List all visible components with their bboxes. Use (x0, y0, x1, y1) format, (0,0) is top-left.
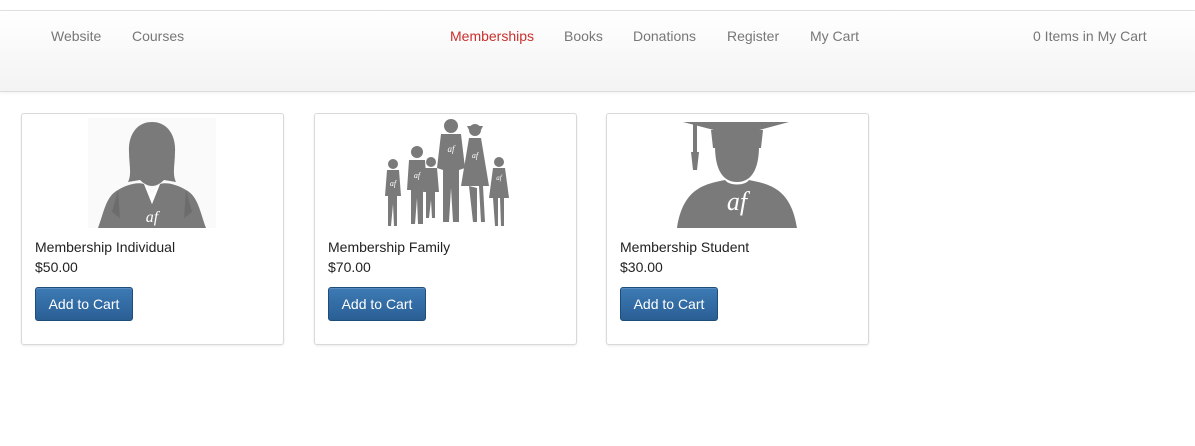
top-border (0, 0, 1195, 11)
product-name: Membership Student (620, 239, 750, 255)
nav-website-link[interactable]: Website (51, 28, 101, 44)
nav-donations-link[interactable]: Donations (633, 28, 696, 44)
product-price: $50.00 (35, 259, 78, 275)
product-price: $30.00 (620, 259, 663, 275)
add-to-cart-button[interactable]: Add to Cart (328, 287, 426, 321)
nav-books-link[interactable]: Books (564, 28, 603, 44)
navbar: Website Courses Memberships Books Donati… (0, 11, 1195, 92)
product-name: Membership Family (328, 239, 451, 255)
product-name: Membership Individual (35, 239, 176, 255)
nav-my-cart-link[interactable]: My Cart (810, 28, 859, 44)
product-card-student: af Membership Student $30.00 Add to Cart (606, 113, 869, 345)
businesswoman-silhouette-icon[interactable]: af (88, 118, 216, 228)
nav-memberships-link[interactable]: Memberships (450, 28, 534, 44)
nav-courses-link[interactable]: Courses (132, 28, 184, 44)
nav-register-link[interactable]: Register (727, 28, 779, 44)
add-to-cart-button[interactable]: Add to Cart (620, 287, 718, 321)
cart-status-link[interactable]: 0 Items in My Cart (1033, 28, 1147, 44)
add-to-cart-button[interactable]: Add to Cart (35, 287, 133, 321)
family-silhouette-icon[interactable]: af af af af af (381, 118, 509, 228)
product-card-family: af af af af af Membership Family $70.00 … (314, 113, 577, 345)
graduate-silhouette-icon[interactable]: af (673, 118, 801, 228)
product-card-individual: af Membership Individual $50.00 Add to C… (21, 113, 284, 345)
product-price: $70.00 (328, 259, 371, 275)
